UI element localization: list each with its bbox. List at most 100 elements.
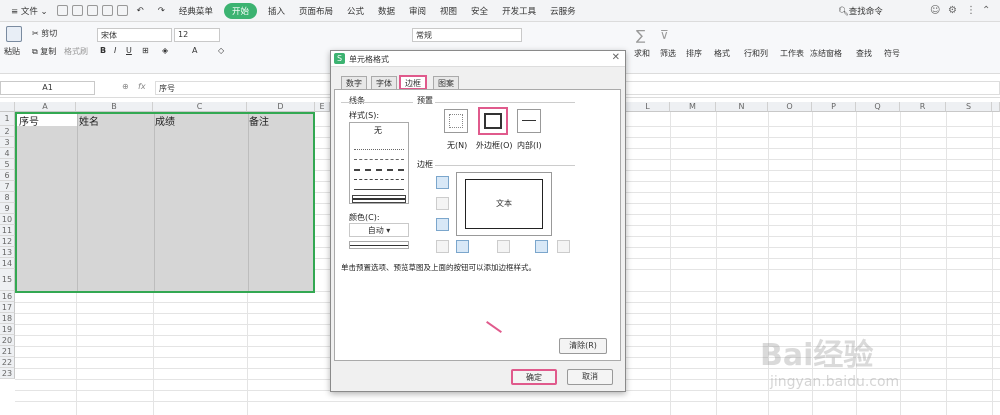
border-preview[interactable]: 文本	[456, 172, 552, 236]
line-style-thin[interactable]	[354, 189, 404, 190]
clear-format-icon[interactable]: ◇	[218, 46, 224, 55]
row-header[interactable]: 11	[0, 225, 15, 236]
column-header[interactable]: Q	[856, 102, 900, 112]
column-header[interactable]: D	[247, 102, 315, 112]
border-top-button[interactable]	[436, 176, 449, 189]
preset-outline-button[interactable]	[478, 107, 508, 135]
line-style-dashed[interactable]	[354, 159, 404, 160]
format-label[interactable]: 格式	[714, 48, 730, 59]
column-header[interactable]: C	[153, 102, 247, 112]
find-label[interactable]: 查找	[856, 48, 872, 59]
italic-icon[interactable]: I	[114, 46, 116, 55]
preview-icon[interactable]	[101, 5, 113, 16]
row-header[interactable]: 23	[0, 368, 15, 379]
line-style-dash-dot[interactable]	[354, 169, 404, 171]
paste-icon[interactable]	[6, 26, 22, 42]
corner-cell[interactable]	[0, 102, 15, 112]
underline-icon[interactable]: U	[126, 46, 132, 55]
sort-label[interactable]: 排序	[686, 48, 702, 59]
line-style-list[interactable]: 无	[349, 122, 409, 204]
border-right-button[interactable]	[535, 240, 548, 253]
menu-developer[interactable]: 开发工具	[495, 5, 543, 17]
row-header[interactable]: 10	[0, 214, 15, 225]
font-color-icon[interactable]: A	[192, 46, 197, 55]
dialog-titlebar[interactable]: S 单元格格式 ✕	[331, 51, 625, 67]
cell-reference-box[interactable]: A1	[0, 81, 95, 95]
symbol-label[interactable]: 符号	[884, 48, 900, 59]
collapse-icon[interactable]: ⌃	[982, 5, 990, 16]
print-icon[interactable]	[86, 5, 98, 16]
column-header[interactable]: M	[670, 102, 716, 112]
column-header[interactable]: O	[768, 102, 812, 112]
line-style-none[interactable]: 无	[374, 125, 382, 136]
border-center-button[interactable]	[497, 240, 510, 253]
menu-cloud[interactable]: 云服务	[543, 5, 583, 17]
save-icon[interactable]	[71, 5, 83, 16]
sum-icon[interactable]: ∑	[636, 28, 645, 44]
row-header[interactable]: 2	[0, 126, 15, 137]
row-header[interactable]: 13	[0, 247, 15, 258]
row-header[interactable]: 8	[0, 192, 15, 203]
row-header[interactable]: 18	[0, 313, 15, 324]
cell-a1[interactable]: 序号	[19, 113, 39, 128]
row-col-label[interactable]: 行和列	[744, 48, 768, 59]
menu-formula[interactable]: 公式	[340, 5, 371, 17]
border-diag-up-button[interactable]	[436, 240, 449, 253]
cell-b1[interactable]: 姓名	[79, 113, 99, 128]
cell-d1[interactable]: 备注	[249, 113, 269, 128]
row-header[interactable]: 20	[0, 335, 15, 346]
menu-insert[interactable]: 插入	[261, 5, 292, 17]
menu-security[interactable]: 安全	[464, 5, 495, 17]
font-family-select[interactable]: 宋体	[97, 28, 172, 42]
line-style-selected[interactable]	[352, 195, 406, 203]
column-header[interactable]: S	[946, 102, 992, 112]
bold-icon[interactable]: B	[100, 46, 106, 55]
number-format-select[interactable]: 常规	[412, 28, 522, 42]
fx-icon[interactable]: fx	[138, 82, 146, 91]
row-header[interactable]: 3	[0, 137, 15, 148]
column-header[interactable]	[992, 102, 1000, 112]
tab-pattern[interactable]: 图案	[433, 76, 459, 89]
row-header[interactable]: 19	[0, 324, 15, 335]
filter-label[interactable]: 筛选	[660, 48, 676, 59]
menu-page-layout[interactable]: 页面布局	[292, 5, 340, 17]
row-header[interactable]: 1	[0, 112, 15, 126]
line-style-dotted[interactable]	[354, 149, 404, 150]
cut-button[interactable]: ✂ 剪切	[32, 28, 57, 39]
menu-file[interactable]: ≡ 文件 ⌄	[4, 5, 55, 17]
open-icon[interactable]	[56, 5, 68, 16]
menu-start[interactable]: 开始	[223, 2, 257, 19]
selected-range[interactable]	[15, 112, 315, 293]
font-size-select[interactable]: 12	[174, 28, 220, 42]
column-header[interactable]: N	[716, 102, 768, 112]
row-header[interactable]: 5	[0, 159, 15, 170]
border-icon[interactable]: ⊞	[142, 46, 149, 55]
tab-font[interactable]: 字体	[371, 76, 397, 89]
row-header[interactable]: 22	[0, 357, 15, 368]
cell-c1[interactable]: 成绩	[155, 113, 175, 128]
border-diag-down-button[interactable]	[557, 240, 570, 253]
menu-data[interactable]: 数据	[371, 5, 402, 17]
row-header[interactable]: 7	[0, 181, 15, 192]
row-header[interactable]: 17	[0, 302, 15, 313]
zoom-icon[interactable]: ⊕	[122, 82, 129, 91]
row-header[interactable]: 21	[0, 346, 15, 357]
gear-icon[interactable]: ⚙	[948, 5, 957, 16]
redo-icon[interactable]: ↷	[151, 6, 172, 16]
row-header[interactable]: 16	[0, 291, 15, 302]
filter-icon[interactable]: ⊽	[660, 28, 669, 42]
tab-number[interactable]: 数字	[341, 76, 367, 89]
row-header[interactable]: 12	[0, 236, 15, 247]
paste-label[interactable]: 粘贴	[4, 46, 20, 57]
row-header[interactable]: 14	[0, 258, 15, 269]
fill-color-icon[interactable]: ◈	[162, 46, 168, 55]
copy-button[interactable]: ⧉ 复制	[32, 46, 56, 57]
column-header[interactable]: P	[812, 102, 856, 112]
sheet-label[interactable]: 工作表	[780, 48, 804, 59]
line-color-select[interactable]: 自动 ▾	[349, 223, 409, 237]
search-command[interactable]: 🔍︎查找命令	[838, 5, 883, 17]
column-header[interactable]: E	[315, 102, 330, 112]
column-header[interactable]: A	[15, 102, 76, 112]
freeze-label[interactable]: 冻结窗格	[810, 48, 842, 59]
cancel-button[interactable]: 取消	[567, 369, 613, 385]
